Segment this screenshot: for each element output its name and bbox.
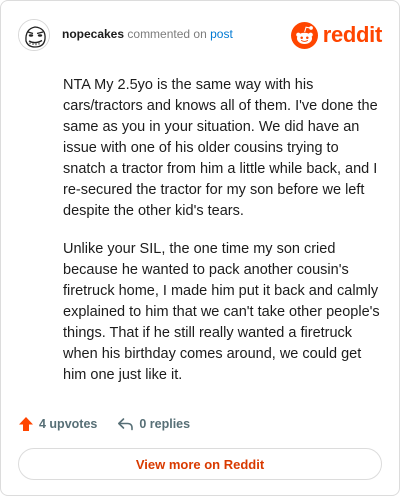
comment-byline: nopecakes commented on post — [62, 27, 233, 41]
comment-header: nopecakes commented on post reddit — [18, 19, 382, 53]
comment-paragraph: NTA My 2.5yo is the same way with his ca… — [63, 77, 378, 219]
view-more-label: View more on Reddit — [135, 456, 265, 472]
user-avatar[interactable] — [18, 19, 50, 51]
embedded-comment-card: nopecakes commented on post reddit NTA M… — [0, 0, 400, 496]
upvote-arrow-icon — [19, 417, 33, 431]
reddit-logo[interactable]: reddit — [290, 21, 383, 49]
comment-body: NTA My 2.5yo is the same way with his ca… — [63, 75, 381, 403]
reddit-snoo-icon — [290, 21, 318, 49]
reply-arrow-icon — [118, 418, 134, 431]
brand-name: reddit — [322, 22, 383, 47]
replies-button[interactable]: 0 replies — [117, 416, 190, 432]
post-link[interactable]: post — [210, 27, 233, 41]
view-more-on-reddit-button[interactable]: View more on Reddit — [18, 448, 382, 480]
comment-paragraph: Unlike your SIL, the one time my son cri… — [63, 241, 380, 383]
replies-count: 0 replies — [139, 417, 191, 431]
meme-face-icon — [19, 20, 49, 50]
upvotes-button[interactable]: 4 upvotes — [18, 416, 97, 432]
upvotes-count: 4 upvotes — [39, 417, 98, 431]
username-link[interactable]: nopecakes — [62, 27, 124, 41]
action-text: commented on — [127, 27, 207, 41]
comment-actions: 4 upvotes 0 replies — [18, 413, 190, 435]
